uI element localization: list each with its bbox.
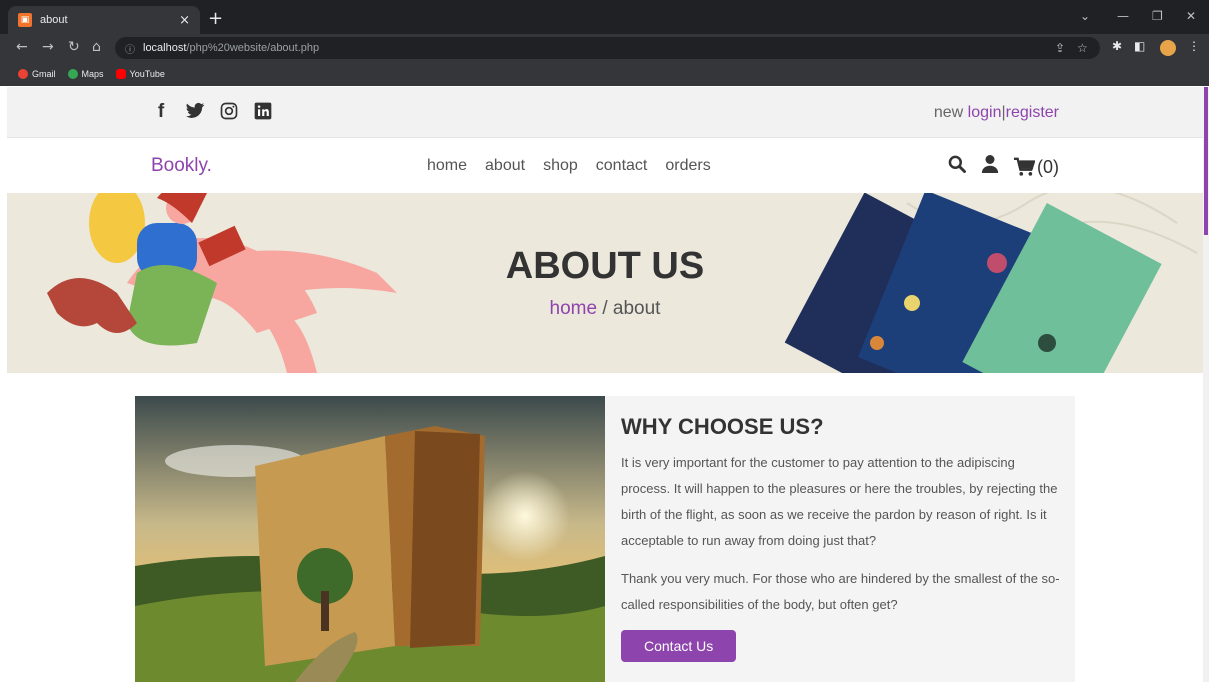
facebook-icon[interactable]: f [151,101,171,123]
reload-icon[interactable]: ↻ [68,39,80,55]
about-section: WHY CHOOSE US? It is very important for … [135,396,1075,682]
address-bar-row: ← → ↻ ⌂ ⓘ localhost/php%20website/about.… [0,34,1209,62]
auth-prefix: new [933,104,964,121]
page-title: ABOUT US [505,245,705,287]
user-icon[interactable] [981,154,999,180]
browser-tab[interactable]: ▣ about × [8,6,200,34]
about-image [135,396,605,682]
register-link[interactable]: register [1006,104,1059,121]
about-paragraph-2: Thank you very much. For those who are h… [621,571,1060,612]
window-close-icon[interactable]: ✕ [1186,9,1196,23]
home-icon[interactable]: ⌂ [92,39,101,55]
minimize-icon[interactable]: — [1117,9,1129,23]
xampp-favicon-icon: ▣ [18,13,32,27]
nav-orders[interactable]: orders [665,157,710,175]
instagram-icon[interactable] [219,101,239,123]
url-host: localhost [143,42,187,54]
about-paragraph-1: It is very important for the customer to… [621,455,1058,548]
social-links: f [151,101,273,123]
page-scrollbar[interactable] [1203,87,1209,682]
breadcrumb: home / about [7,298,1203,320]
maps-pin-icon [18,69,28,79]
nav-shop[interactable]: shop [543,157,578,175]
main-header: Bookly. home about shop contact orders (… [7,138,1203,192]
twitter-icon[interactable] [185,101,205,123]
side-panel-icon[interactable]: ◧ [1134,39,1145,53]
cart-icon [1014,157,1035,176]
linkedin-icon[interactable] [253,101,273,123]
site-logo[interactable]: Bookly. [151,155,212,177]
profile-avatar[interactable] [1160,40,1176,56]
bookmark-star-icon[interactable]: ☆ [1077,41,1088,55]
youtube-icon [115,69,126,79]
bookmark-label: Gmail [32,69,56,79]
cart-link[interactable]: (0) [1013,157,1059,178]
menu-kebab-icon[interactable]: ⋮ [1188,39,1200,53]
about-content: WHY CHOOSE US? It is very important for … [621,414,1061,662]
bookmark-gmail[interactable]: Gmail [18,69,56,79]
contact-us-button[interactable]: Contact Us [621,630,737,662]
bookmark-maps[interactable]: Maps [67,69,104,79]
share-icon[interactable]: ⇪ [1055,41,1065,55]
extensions-icon[interactable]: ✱ [1112,39,1122,53]
nav-about[interactable]: about [485,157,525,175]
breadcrumb-current: / about [602,298,661,319]
nav-contact[interactable]: contact [596,157,648,175]
main-nav: home about shop contact orders [427,157,711,175]
cart-count: (0) [1037,156,1059,177]
restore-icon[interactable]: ❐ [1152,9,1163,23]
maps-pin-icon [67,69,78,79]
scrollbar-thumb[interactable] [1204,87,1208,235]
bookmark-label: YouTube [129,69,165,79]
browser-tabbar: ▣ about × + ⌄ — ❐ ✕ [0,0,1209,34]
tab-search-icon[interactable]: ⌄ [1080,9,1090,23]
tab-close-icon[interactable]: × [179,13,190,28]
omnibox[interactable]: ⓘ localhost/php%20website/about.php ⇪ ☆ [115,37,1100,59]
new-tab-button[interactable]: + [208,8,223,29]
top-bar: f new login|register [7,87,1203,138]
search-icon[interactable] [947,154,967,180]
bookmarks-bar: Gmail Maps YouTube [0,62,1209,86]
tab-title: about [40,14,68,26]
web-page: f new login|register Bookly. home about … [7,87,1203,682]
auth-links: new login|register [934,104,1059,122]
login-link[interactable]: login [968,104,1002,121]
site-info-icon[interactable]: ⓘ [125,41,135,56]
bookmark-youtube[interactable]: YouTube [115,69,165,79]
forward-icon[interactable]: → [42,39,54,55]
back-icon[interactable]: ← [16,39,28,55]
breadcrumb-home-link[interactable]: home [550,298,598,319]
page-hero: ABOUT US home / about [7,193,1203,373]
url-path: /php%20website/about.php [186,42,320,54]
header-icons: (0) [947,154,1059,180]
nav-home[interactable]: home [427,157,467,175]
bookmark-label: Maps [81,69,104,79]
about-title: WHY CHOOSE US? [621,414,824,439]
